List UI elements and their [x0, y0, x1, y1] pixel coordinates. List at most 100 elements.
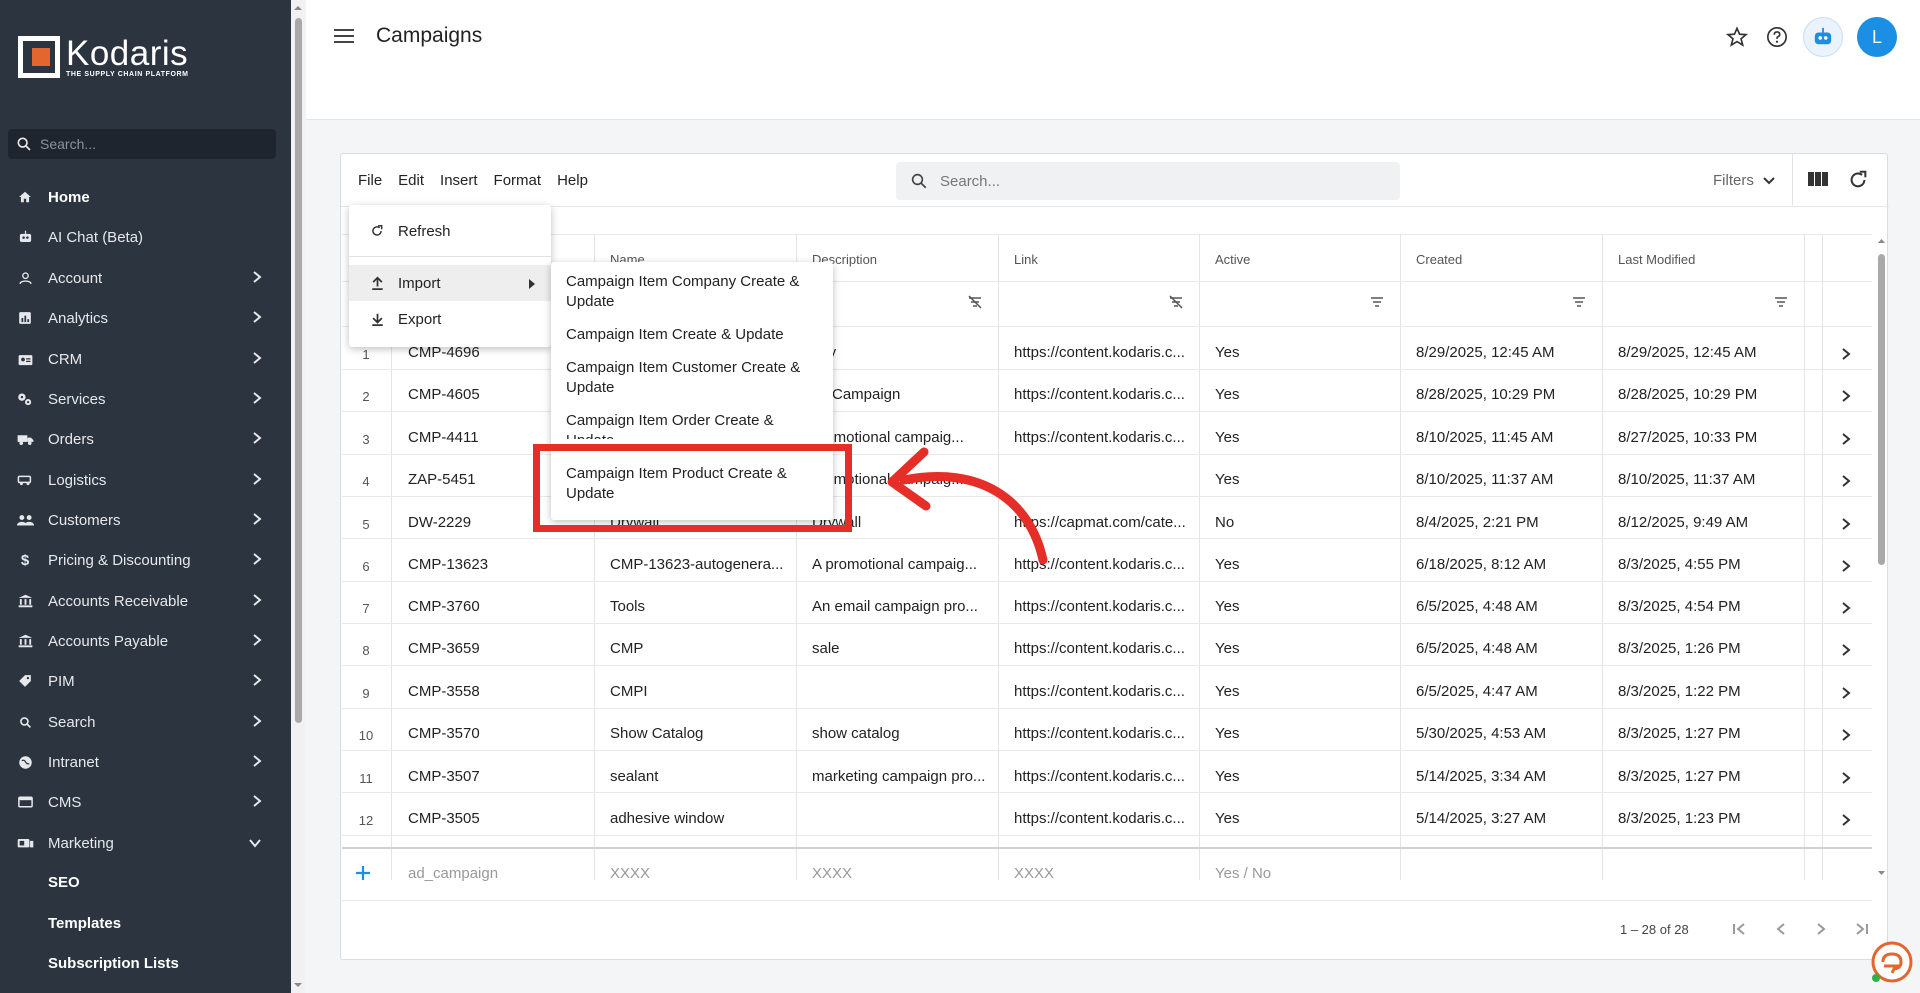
sidebar-item-cms[interactable]: CMS	[0, 782, 280, 822]
cell-link[interactable]: https://content.kodaris.c...	[1014, 598, 1194, 615]
sidebar-item-pim[interactable]: PIM	[0, 661, 280, 701]
menu-insert[interactable]: Insert	[440, 172, 478, 189]
columns-icon[interactable]	[1807, 169, 1829, 189]
add-row-code-field[interactable]: ad_campaign	[408, 865, 498, 882]
filter-icon[interactable]	[1571, 294, 1587, 310]
column-header-link[interactable]: Link	[1014, 252, 1038, 267]
submenu-item-customer[interactable]: Campaign Item Customer Create & Update	[566, 358, 821, 398]
sidebar-item-accounts-payable[interactable]: Accounts Payable	[0, 621, 280, 661]
add-row-link-field[interactable]: XXXX	[1014, 865, 1054, 882]
submenu-item-company[interactable]: Campaign Item Company Create & Update	[566, 272, 821, 312]
hamburger-menu-icon[interactable]	[334, 28, 354, 44]
row-open-chevron-icon[interactable]	[1836, 810, 1856, 830]
sidebar-item-account[interactable]: Account	[0, 258, 280, 298]
grid-search[interactable]	[896, 162, 1400, 200]
menu-edit[interactable]: Edit	[398, 172, 424, 189]
cell-name[interactable]: adhesive window	[610, 810, 790, 827]
add-row-description-field[interactable]: XXXX	[812, 865, 852, 882]
sidebar-item-search[interactable]: Search	[0, 702, 280, 742]
help-icon[interactable]	[1765, 25, 1789, 49]
sidebar-search-input[interactable]	[40, 136, 260, 152]
sidebar-item-intranet[interactable]: Intranet	[0, 742, 280, 782]
cell-description[interactable]: sale	[812, 640, 992, 657]
scroll-up-icon[interactable]	[291, 3, 305, 13]
row-open-chevron-icon[interactable]	[1836, 514, 1856, 534]
ai-assistant-button[interactable]	[1803, 17, 1843, 57]
cell-description[interactable]: show catalog	[812, 725, 992, 742]
row-open-chevron-icon[interactable]	[1836, 386, 1856, 406]
row-open-chevron-icon[interactable]	[1836, 768, 1856, 788]
sidebar-item-pricing[interactable]: $ Pricing & Discounting	[0, 540, 280, 580]
row-open-chevron-icon[interactable]	[1836, 725, 1856, 745]
scroll-up-icon[interactable]	[1875, 236, 1888, 246]
menu-help[interactable]: Help	[557, 172, 588, 189]
menu-file[interactable]: File	[358, 172, 382, 189]
grid-search-input[interactable]	[940, 172, 1380, 190]
sidebar-subitem-subscription-lists[interactable]: Subscription Lists	[48, 955, 179, 972]
cell-link[interactable]: https://content.kodaris.c...	[1014, 344, 1194, 361]
cell-active[interactable]: Yes	[1215, 640, 1239, 657]
sidebar-search[interactable]	[8, 129, 276, 159]
row-open-chevron-icon[interactable]	[1836, 344, 1856, 364]
submenu-item-create[interactable]: Campaign Item Create & Update	[566, 325, 821, 345]
cell-name[interactable]: CMPI	[610, 683, 790, 700]
kodaris-logo[interactable]: Kodaris THE SUPPLY CHAIN PLATFORM	[18, 36, 189, 78]
cell-active[interactable]: Yes	[1215, 725, 1239, 742]
last-page-icon[interactable]	[1850, 918, 1872, 940]
filter-off-icon[interactable]	[967, 294, 983, 310]
cell-link[interactable]: https://content.kodaris.c...	[1014, 725, 1194, 742]
row-open-chevron-icon[interactable]	[1836, 683, 1856, 703]
sidebar-item-orders[interactable]: Orders	[0, 419, 280, 459]
filters-dropdown[interactable]: Filters	[1713, 172, 1776, 189]
menu-format[interactable]: Format	[494, 172, 542, 189]
sidebar-item-home[interactable]: Home	[0, 177, 280, 217]
cell-name[interactable]: Show Catalog	[610, 725, 790, 742]
sidebar-item-marketing[interactable]: Marketing	[0, 823, 280, 863]
sidebar-scroll-thumb[interactable]	[295, 18, 302, 723]
add-icon[interactable]	[354, 864, 372, 882]
row-open-chevron-icon[interactable]	[1836, 640, 1856, 660]
submenu-item-order[interactable]: Campaign Item Order Create & Update	[566, 411, 821, 439]
grid-scroll-thumb[interactable]	[1878, 254, 1885, 565]
favorite-star-icon[interactable]	[1725, 25, 1749, 49]
cell-active[interactable]: Yes	[1215, 810, 1239, 827]
cell-active[interactable]: No	[1215, 514, 1234, 531]
cell-active[interactable]: Yes	[1215, 429, 1239, 446]
scroll-down-icon[interactable]	[291, 980, 305, 990]
menu-item-refresh[interactable]: Refresh	[349, 213, 551, 249]
cell-name[interactable]: sealant	[610, 768, 790, 785]
row-open-chevron-icon[interactable]	[1836, 429, 1856, 449]
cell-code[interactable]: CMP-13623	[408, 556, 588, 573]
add-row-name-field[interactable]: XXXX	[610, 865, 650, 882]
row-open-chevron-icon[interactable]	[1836, 556, 1856, 576]
sidebar-item-accounts-receivable[interactable]: Accounts Receivable	[0, 581, 280, 621]
cell-code[interactable]: CMP-3507	[408, 768, 588, 785]
sidebar-subitem-seo[interactable]: SEO	[48, 874, 80, 891]
cell-active[interactable]: Yes	[1215, 344, 1239, 361]
cell-code[interactable]: CMP-3570	[408, 725, 588, 742]
cell-code[interactable]: CMP-3659	[408, 640, 588, 657]
first-page-icon[interactable]	[1729, 918, 1751, 940]
sidebar-item-logistics[interactable]: Logistics	[0, 460, 280, 500]
user-avatar[interactable]: L	[1857, 17, 1897, 57]
cell-code[interactable]: CMP-3558	[408, 683, 588, 700]
cell-active[interactable]: Yes	[1215, 683, 1239, 700]
cell-link[interactable]: https://content.kodaris.c...	[1014, 386, 1194, 403]
grid-scrollbar[interactable]	[1875, 234, 1888, 880]
column-header-created[interactable]: Created	[1416, 252, 1462, 267]
cell-description[interactable]: Campaign	[832, 386, 992, 403]
cell-active[interactable]: Yes	[1215, 386, 1239, 403]
cell-name[interactable]: Tools	[610, 598, 790, 615]
sidebar-item-crm[interactable]: CRM	[0, 339, 280, 379]
cell-link[interactable]: https://content.kodaris.c...	[1014, 640, 1194, 657]
previous-page-icon[interactable]	[1770, 918, 1792, 940]
cell-active[interactable]: Yes	[1215, 768, 1239, 785]
sidebar-subitem-templates[interactable]: Templates	[48, 915, 121, 932]
cell-code[interactable]: CMP-3505	[408, 810, 588, 827]
refresh-icon[interactable]	[1847, 169, 1869, 191]
sidebar-scrollbar[interactable]	[291, 0, 305, 993]
cell-description[interactable]: day	[812, 344, 992, 361]
cell-description[interactable]: marketing campaign pro...	[812, 768, 992, 785]
next-page-icon[interactable]	[1810, 918, 1832, 940]
cell-name[interactable]: CMP	[610, 640, 790, 657]
